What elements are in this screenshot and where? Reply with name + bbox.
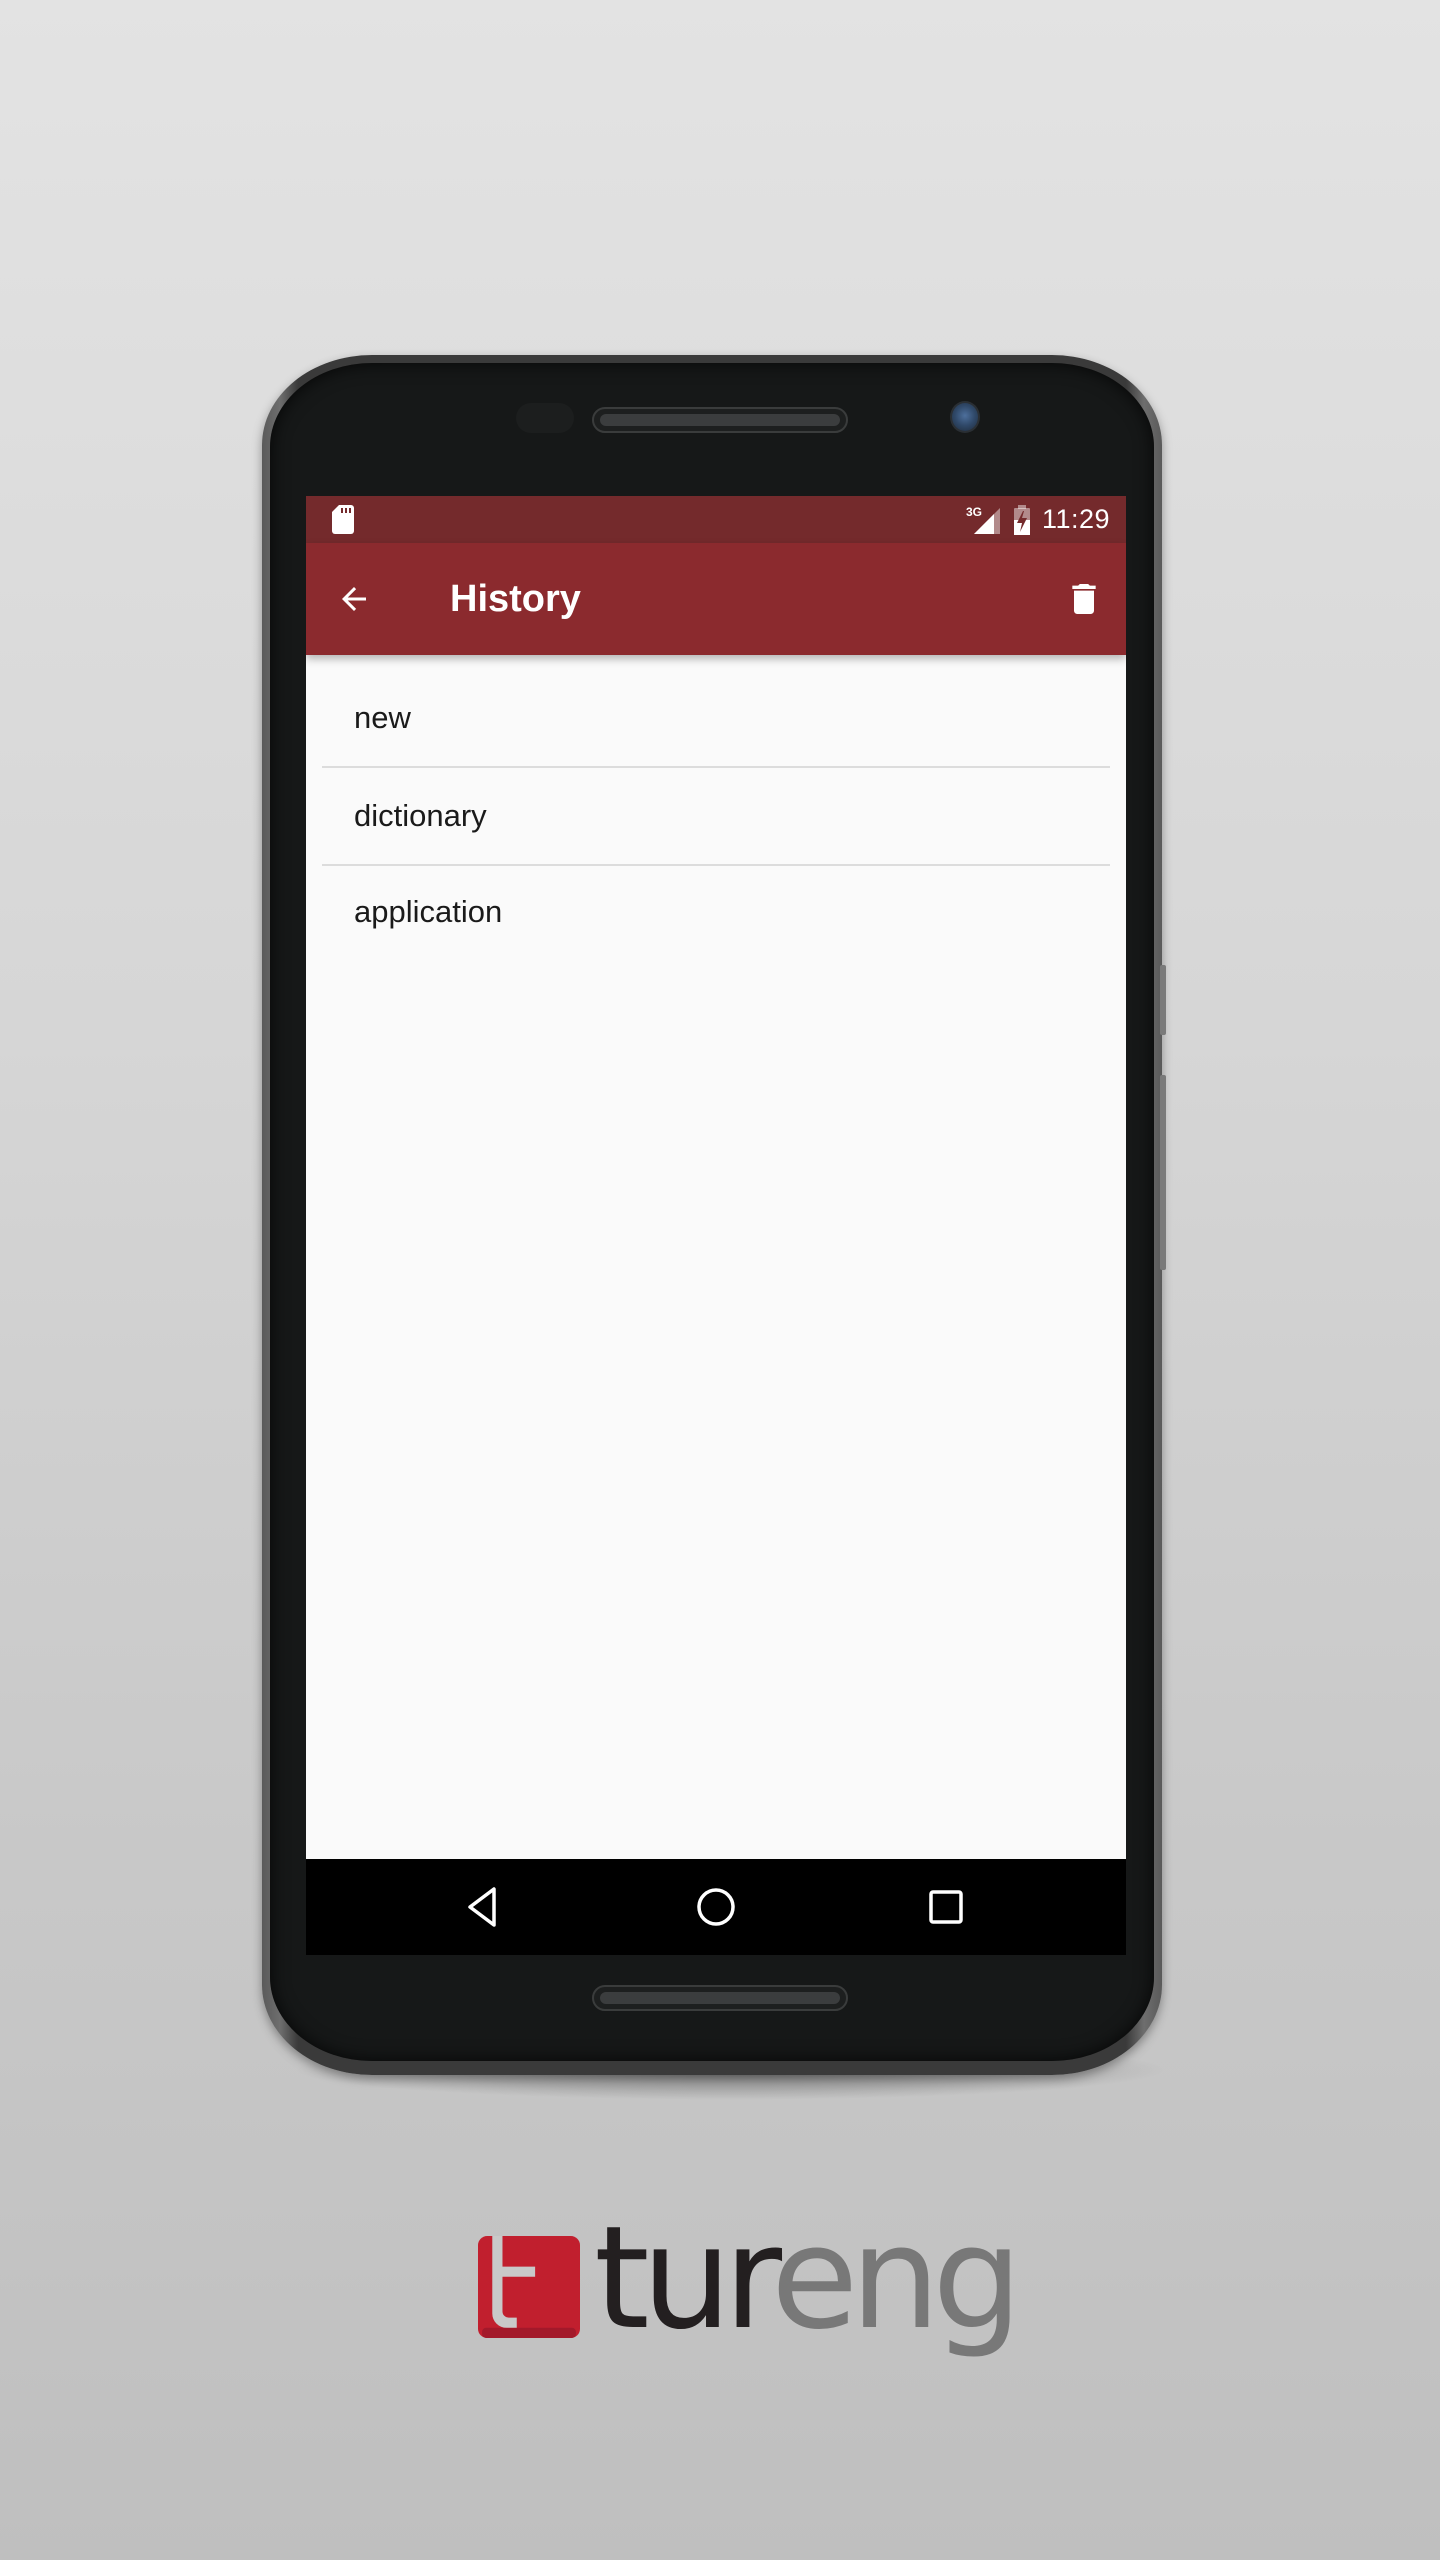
logo-text-dark: tur [594,2196,779,2361]
tureng-logo: tureng [478,2204,1022,2380]
navigation-bar [306,1859,1126,1955]
tureng-wordmark: tureng [594,2204,1022,2354]
sd-card-icon [332,505,354,534]
history-list: new dictionary application [306,655,1126,964]
logo-text-light: eng [770,2196,1022,2361]
status-time: 11:29 [1041,504,1110,534]
history-item[interactable]: dictionary [322,768,1110,866]
history-item-label: application [354,894,503,929]
volume-button [1160,1075,1166,1270]
clear-history-button[interactable] [1056,571,1112,627]
home-circle-icon [697,1888,735,1926]
recents-square-icon [929,1890,963,1924]
tureng-logo-icon [478,2236,580,2338]
history-item-label: dictionary [354,798,487,833]
history-item[interactable]: new [322,655,1110,768]
nav-back-button[interactable] [452,1877,512,1937]
nav-recents-button[interactable] [916,1877,976,1937]
svg-text:3G: 3G [966,505,982,519]
bottom-speaker [592,1985,848,2011]
earpiece-speaker [592,407,848,433]
back-button[interactable] [326,571,382,627]
signal-icon: 3G [966,505,1000,534]
front-camera [950,401,980,433]
status-bar: 3G 11:29 [306,496,1126,543]
back-triangle-icon [468,1887,496,1927]
status-icons: 3G 11:29 [966,496,1110,543]
power-button [1160,965,1166,1035]
battery-charging-icon [1013,504,1030,535]
history-item[interactable]: application [322,866,1110,964]
nav-home-button[interactable] [686,1877,746,1937]
phone-screen: 3G 11:29 History new dictionary applicat… [306,496,1126,1955]
history-item-label: new [354,700,411,735]
arrow-back-icon [342,587,366,611]
app-bar: History [306,543,1126,655]
proximity-sensor [516,403,574,433]
page-title: History [450,578,581,620]
trash-icon [1072,584,1096,614]
